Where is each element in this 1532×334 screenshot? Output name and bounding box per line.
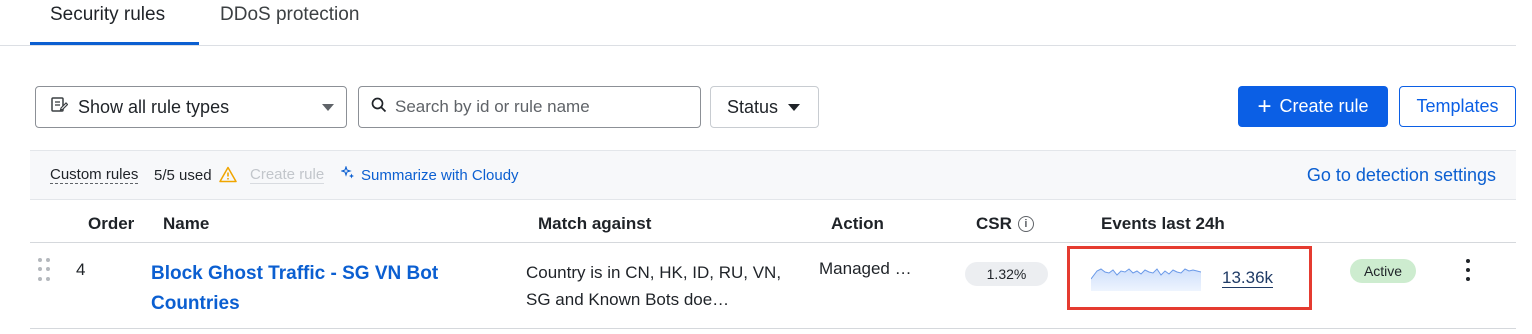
csr-header-label: CSR	[976, 214, 1012, 233]
rule-list-icon	[50, 96, 69, 119]
column-header-name[interactable]: Name	[163, 214, 209, 234]
more-options-icon[interactable]	[1462, 257, 1474, 283]
column-header-csr: CSR i	[976, 214, 1034, 234]
rule-match-expression: Country is in CN, HK, ID, RU, VN, SG and…	[526, 263, 782, 309]
go-to-detection-settings-link[interactable]: Go to detection settings	[1307, 165, 1496, 186]
rule-type-select-value: Show all rule types	[78, 96, 230, 117]
tab-security-rules[interactable]: Security rules	[50, 4, 165, 26]
events-count-link[interactable]: 13.36k	[1222, 269, 1274, 288]
rule-action: Managed …	[819, 259, 912, 278]
csr-badge: 1.32%	[965, 262, 1048, 286]
info-icon[interactable]: i	[1017, 216, 1034, 232]
status-badge: Active	[1350, 259, 1416, 283]
events-sparkline	[1091, 268, 1201, 291]
summarize-with-cloudy-link[interactable]: Summarize with Cloudy	[340, 165, 519, 184]
create-rule-link-disabled: Create rule	[250, 166, 325, 184]
row-order: 4	[76, 260, 86, 279]
rule-type-select[interactable]: Show all rule types	[35, 86, 347, 128]
chevron-down-icon	[322, 104, 334, 111]
table-row: 4 Block Ghost Traffic - SG VN Bot Countr…	[30, 243, 1516, 329]
events-highlight-box: 13.36k	[1067, 246, 1312, 310]
status-filter-label: Status	[727, 96, 779, 117]
rule-name-link[interactable]: Block Ghost Traffic - SG VN Bot Countrie…	[151, 259, 491, 319]
column-header-events: Events last 24h	[1101, 214, 1225, 233]
custom-rules-info-bar: Custom rules 5/5 used Create rule Summar…	[30, 150, 1516, 200]
create-rule-button-label: Create rule	[1279, 96, 1369, 116]
status-filter-select[interactable]: Status	[710, 86, 819, 128]
column-header-order[interactable]: Order	[88, 214, 134, 234]
warning-icon	[219, 166, 237, 188]
column-header-action[interactable]: Action	[831, 214, 884, 234]
rules-used-count: 5/5 used	[154, 167, 212, 184]
plus-icon: +	[1257, 92, 1272, 120]
custom-rules-label[interactable]: Custom rules	[50, 167, 139, 184]
search-box	[358, 86, 701, 128]
column-header-match-against: Match against	[538, 214, 652, 233]
tab-bar: Security rules DDoS protection	[0, 0, 1516, 46]
create-rule-button[interactable]: + Create rule	[1238, 86, 1388, 127]
active-tab-indicator	[30, 42, 199, 45]
search-icon	[371, 97, 387, 118]
templates-button[interactable]: Templates	[1399, 86, 1516, 127]
summarize-with-cloudy-label: Summarize with Cloudy	[361, 166, 519, 184]
drag-handle-icon[interactable]	[38, 258, 50, 282]
sparkle-icon	[340, 165, 355, 184]
caret-down-icon	[788, 103, 801, 111]
search-input[interactable]	[395, 97, 695, 117]
tab-ddos-protection[interactable]: DDoS protection	[220, 4, 359, 26]
